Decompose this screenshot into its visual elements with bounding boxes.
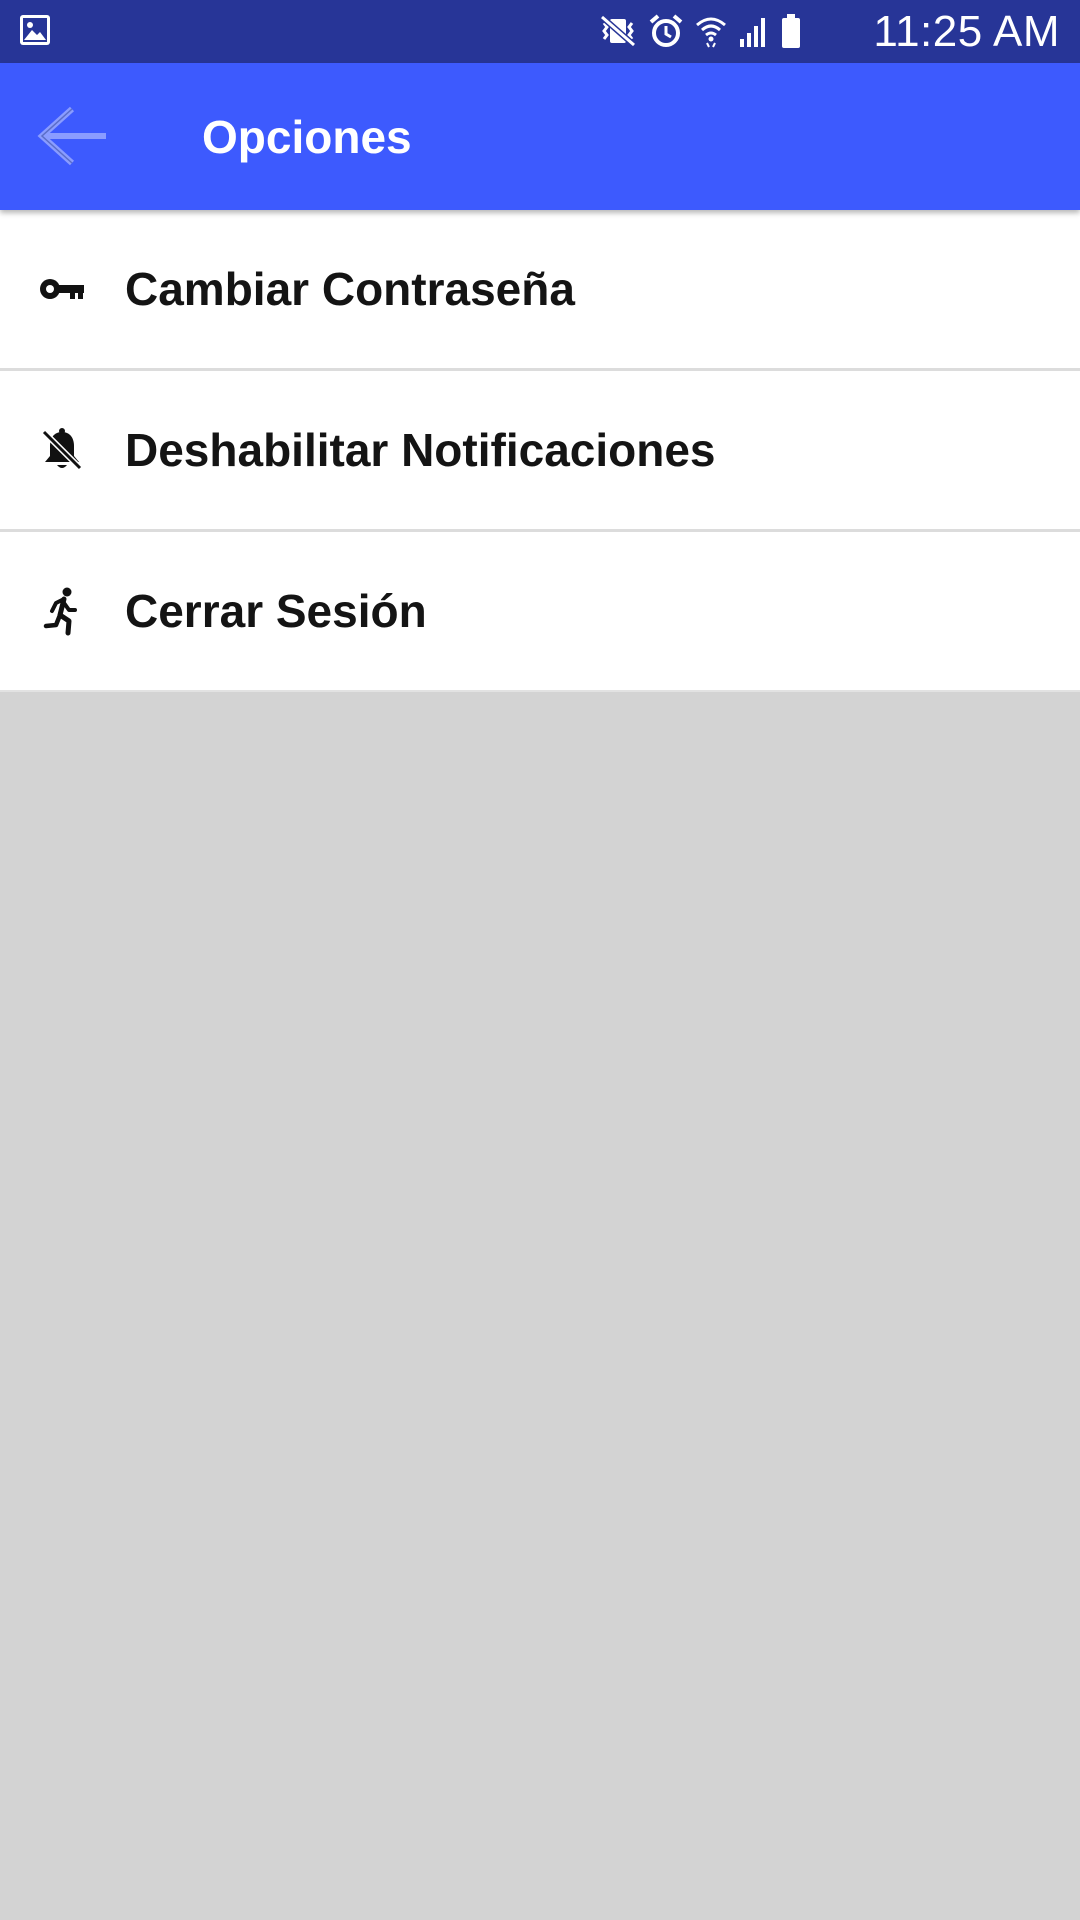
status-time: 11:25 AM [873, 7, 1060, 56]
option-disable-notifications[interactable]: Deshabilitar Notificaciones [0, 371, 1080, 532]
option-label: Cerrar Sesión [125, 585, 427, 637]
page-title: Opciones [202, 111, 412, 163]
vibrate-mute-icon [598, 13, 638, 49]
status-bar: 11:25 AM [0, 0, 1080, 63]
wifi-icon [694, 13, 728, 49]
status-icons [598, 10, 802, 52]
signal-icon [738, 13, 770, 49]
options-list: Cambiar Contraseña Deshabilitar Notifica… [0, 210, 1080, 692]
option-label: Cambiar Contraseña [125, 263, 575, 315]
run-icon [36, 585, 88, 637]
key-icon [36, 263, 88, 315]
option-label: Deshabilitar Notificaciones [125, 424, 716, 476]
notifications-off-icon [36, 424, 88, 476]
app-bar: Opciones [0, 63, 1080, 210]
option-logout[interactable]: Cerrar Sesión [0, 532, 1080, 692]
battery-icon [780, 13, 802, 49]
gallery-icon [18, 13, 52, 47]
option-change-password[interactable]: Cambiar Contraseña [0, 210, 1080, 371]
alarm-icon [648, 13, 684, 49]
back-button[interactable] [28, 101, 118, 171]
arrow-back-icon [28, 106, 118, 175]
